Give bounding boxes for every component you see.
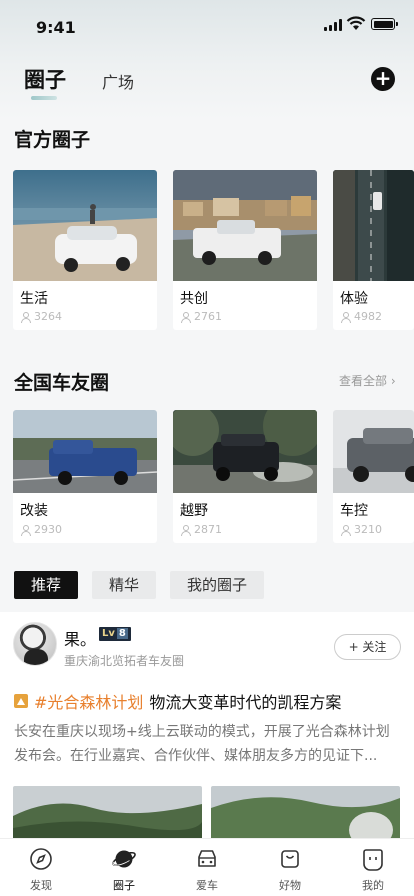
post-circle-name[interactable]: 重庆渝北览拓者车友圈 (64, 652, 184, 669)
post-title-text: 物流大变革时代的凯程方案 (149, 693, 342, 712)
circle-name: 体验 (340, 291, 368, 307)
top-tabs: 圈子 广场 + (0, 60, 414, 100)
status-bar: 9:41 (0, 0, 414, 50)
user-icon (180, 524, 191, 536)
tab-label: 发现 (30, 879, 52, 892)
filter-featured[interactable]: 精华 (92, 571, 157, 599)
avatar[interactable] (13, 622, 57, 666)
circle-image (13, 170, 157, 281)
circle-name: 越野 (180, 503, 208, 519)
circle-card-control[interactable]: 车控 3210 (333, 410, 414, 543)
shopping-bag-icon (281, 850, 299, 868)
official-circles-title: 官方圈子 (14, 129, 91, 151)
feed-filter-tabs: 推荐 精华 我的圈子 (14, 571, 265, 599)
cellular-signal-icon (324, 19, 342, 31)
user-icon (20, 524, 31, 536)
follow-button[interactable]: + 关注 (334, 634, 401, 660)
user-icon (180, 311, 191, 323)
filter-my-circles[interactable]: 我的圈子 (170, 571, 265, 599)
tab-my-car[interactable]: 爱车 (177, 839, 237, 893)
tab-goods[interactable]: 好物 (260, 839, 320, 893)
circle-card-life[interactable]: 生活 3264 (13, 170, 157, 330)
post-body: 长安在重庆以现场+线上云联动的模式，开展了光合森林计划发布会。在行业嘉宾、合作伙… (14, 724, 390, 764)
circle-card-experience[interactable]: 体验 4982 (333, 170, 414, 330)
circle-image (333, 170, 414, 281)
circle-image (13, 410, 157, 493)
circle-card-offroad[interactable]: 越野 2871 (173, 410, 317, 543)
post-title[interactable]: #光合森林计划 物流大变革时代的凯程方案 (14, 689, 341, 713)
circle-name: 车控 (340, 503, 368, 519)
app-screen: 9:41 圈子 广场 + 官方圈子 生活 3264 共创 2761 体验 498… (0, 0, 414, 896)
compass-icon (30, 848, 52, 870)
national-circles-title: 全国车友圈 (14, 372, 110, 394)
see-all-link[interactable]: 查看全部 › (339, 372, 396, 389)
circle-card-cocreate[interactable]: 共创 2761 (173, 170, 317, 330)
status-time: 9:41 (36, 18, 76, 37)
level-badge: Lv 8 (99, 627, 131, 641)
tab-label: 圈子 (113, 879, 135, 892)
circle-name: 共创 (180, 291, 208, 307)
circle-image (333, 410, 414, 493)
filter-recommend[interactable]: 推荐 (14, 571, 79, 599)
tab-circles[interactable]: 圈子 (24, 64, 66, 94)
post-topic-tag[interactable]: #光合森林计划 (34, 689, 143, 713)
circle-member-count: 3210 (340, 523, 382, 536)
circle-name: 改装 (20, 503, 48, 519)
user-icon (340, 524, 351, 536)
circle-member-count: 3264 (20, 310, 62, 323)
car-icon (198, 850, 216, 867)
tab-active-indicator (31, 96, 57, 100)
circle-name: 生活 (20, 291, 48, 307)
circle-member-count: 2930 (20, 523, 62, 536)
user-icon (340, 311, 351, 323)
wifi-icon (346, 16, 366, 30)
bottom-tab-bar: 发现 圈子 爱车 好物 我的 (0, 838, 414, 896)
planet-icon (112, 850, 136, 868)
feed-post[interactable]: 果。 Lv 8 重庆渝北览拓者车友圈 + 关注 #光合森林计划 物流大变革时代的凯… (0, 612, 414, 842)
tab-square[interactable]: 广场 (102, 69, 134, 93)
circle-image (173, 170, 317, 281)
circle-image (173, 410, 317, 493)
topic-icon (14, 694, 28, 708)
add-circle-button[interactable]: + (371, 67, 395, 91)
tab-label: 好物 (279, 879, 301, 892)
circle-member-count: 2871 (180, 523, 222, 536)
post-image[interactable] (211, 786, 400, 842)
circle-card-modify[interactable]: 改装 2930 (13, 410, 157, 543)
circle-member-count: 4982 (340, 310, 382, 323)
user-icon (20, 311, 31, 323)
smile-face-icon (363, 849, 383, 871)
post-image[interactable] (13, 786, 202, 842)
tab-label: 爱车 (196, 879, 218, 892)
post-username[interactable]: 果。 (64, 626, 96, 650)
tab-discover[interactable]: 发现 (11, 839, 71, 893)
tab-label: 我的 (362, 879, 384, 892)
circle-member-count: 2761 (180, 310, 222, 323)
tab-me[interactable]: 我的 (343, 839, 403, 893)
battery-icon (371, 18, 398, 30)
tab-circles-bottom[interactable]: 圈子 (94, 839, 154, 893)
